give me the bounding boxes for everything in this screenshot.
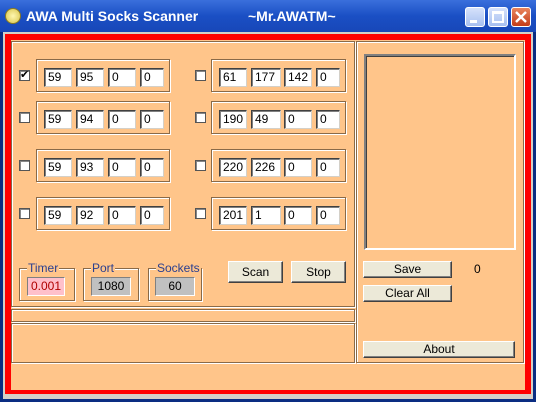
octet-field[interactable]: 0 bbox=[316, 206, 340, 225]
ip-range-4: 59 92 0 0 bbox=[36, 197, 170, 230]
octet-field[interactable]: 0 bbox=[108, 68, 136, 87]
range-checkbox-3[interactable] bbox=[19, 160, 30, 171]
ip-range-5: 61 177 142 0 bbox=[211, 59, 346, 92]
status-bar-2 bbox=[11, 323, 355, 363]
minimize-button[interactable] bbox=[465, 7, 485, 27]
octet-field[interactable]: 1 bbox=[251, 206, 281, 225]
octet-field[interactable]: 201 bbox=[219, 206, 247, 225]
status-bar-1 bbox=[11, 309, 355, 322]
sockets-input[interactable]: 60 bbox=[155, 277, 195, 296]
octet-field[interactable]: 190 bbox=[219, 110, 247, 129]
maximize-button[interactable] bbox=[488, 7, 508, 27]
port-label: Port bbox=[91, 261, 116, 275]
octet-field[interactable]: 142 bbox=[284, 68, 312, 87]
timer-input[interactable]: 0.001 bbox=[27, 277, 65, 296]
octet-field[interactable]: 0 bbox=[284, 110, 312, 129]
octet-field[interactable]: 95 bbox=[76, 68, 104, 87]
octet-field[interactable]: 177 bbox=[251, 68, 281, 87]
octet-field[interactable]: 0 bbox=[316, 110, 340, 129]
octet-field[interactable]: 226 bbox=[251, 158, 281, 177]
octet-field[interactable]: 0 bbox=[108, 110, 136, 129]
app-window: AWA Multi Socks Scanner ~Mr.AWATM~ ✔ 59 … bbox=[0, 0, 536, 402]
range-checkbox-4[interactable] bbox=[19, 208, 30, 219]
octet-field[interactable]: 0 bbox=[284, 206, 312, 225]
results-list[interactable] bbox=[364, 54, 516, 250]
range-checkbox-1[interactable]: ✔ bbox=[19, 70, 30, 81]
octet-field[interactable]: 94 bbox=[76, 110, 104, 129]
ip-range-2: 59 94 0 0 bbox=[36, 101, 170, 134]
octet-field[interactable]: 0 bbox=[140, 158, 164, 177]
octet-field[interactable]: 220 bbox=[219, 158, 247, 177]
app-icon bbox=[5, 8, 21, 24]
maximize-icon bbox=[492, 11, 504, 23]
octet-field[interactable]: 0 bbox=[316, 158, 340, 177]
title-bar[interactable]: AWA Multi Socks Scanner ~Mr.AWATM~ bbox=[0, 0, 536, 32]
minimize-icon bbox=[470, 20, 477, 23]
save-button[interactable]: Save bbox=[363, 261, 452, 278]
range-checkbox-8[interactable] bbox=[195, 208, 206, 219]
timer-label: Timer bbox=[27, 261, 60, 275]
octet-field[interactable]: 61 bbox=[219, 68, 247, 87]
octet-field[interactable]: 92 bbox=[76, 206, 104, 225]
octet-field[interactable]: 93 bbox=[76, 158, 104, 177]
octet-field[interactable]: 59 bbox=[44, 68, 72, 87]
octet-field[interactable]: 0 bbox=[140, 110, 164, 129]
clear-all-button[interactable]: Clear All bbox=[363, 285, 452, 302]
range-checkbox-2[interactable] bbox=[19, 112, 30, 123]
octet-field[interactable]: 0 bbox=[284, 158, 312, 177]
stop-button[interactable]: Stop bbox=[291, 261, 346, 283]
octet-field[interactable]: 59 bbox=[44, 158, 72, 177]
octet-field[interactable]: 0 bbox=[108, 158, 136, 177]
octet-field[interactable]: 0 bbox=[140, 68, 164, 87]
results-count: 0 bbox=[474, 262, 481, 276]
octet-field[interactable]: 49 bbox=[251, 110, 281, 129]
range-checkbox-5[interactable] bbox=[195, 70, 206, 81]
ip-range-1: 59 95 0 0 bbox=[36, 59, 170, 92]
octet-field[interactable]: 0 bbox=[108, 206, 136, 225]
port-input[interactable]: 1080 bbox=[91, 277, 131, 296]
close-icon bbox=[515, 11, 527, 23]
ip-range-7: 220 226 0 0 bbox=[211, 149, 346, 182]
octet-field[interactable]: 0 bbox=[140, 206, 164, 225]
window-title: AWA Multi Socks Scanner bbox=[26, 8, 199, 24]
sockets-label: Sockets bbox=[156, 261, 201, 275]
range-checkbox-6[interactable] bbox=[195, 112, 206, 123]
ip-range-3: 59 93 0 0 bbox=[36, 149, 170, 182]
ip-range-6: 190 49 0 0 bbox=[211, 101, 346, 134]
octet-field[interactable]: 0 bbox=[316, 68, 340, 87]
octet-field[interactable]: 59 bbox=[44, 110, 72, 129]
check-icon: ✔ bbox=[20, 69, 30, 81]
close-button[interactable] bbox=[511, 7, 531, 27]
ip-range-8: 201 1 0 0 bbox=[211, 197, 346, 230]
about-button[interactable]: About bbox=[363, 341, 515, 358]
scan-button[interactable]: Scan bbox=[228, 261, 283, 283]
range-checkbox-7[interactable] bbox=[195, 160, 206, 171]
octet-field[interactable]: 59 bbox=[44, 206, 72, 225]
window-subtitle: ~Mr.AWATM~ bbox=[248, 8, 336, 24]
